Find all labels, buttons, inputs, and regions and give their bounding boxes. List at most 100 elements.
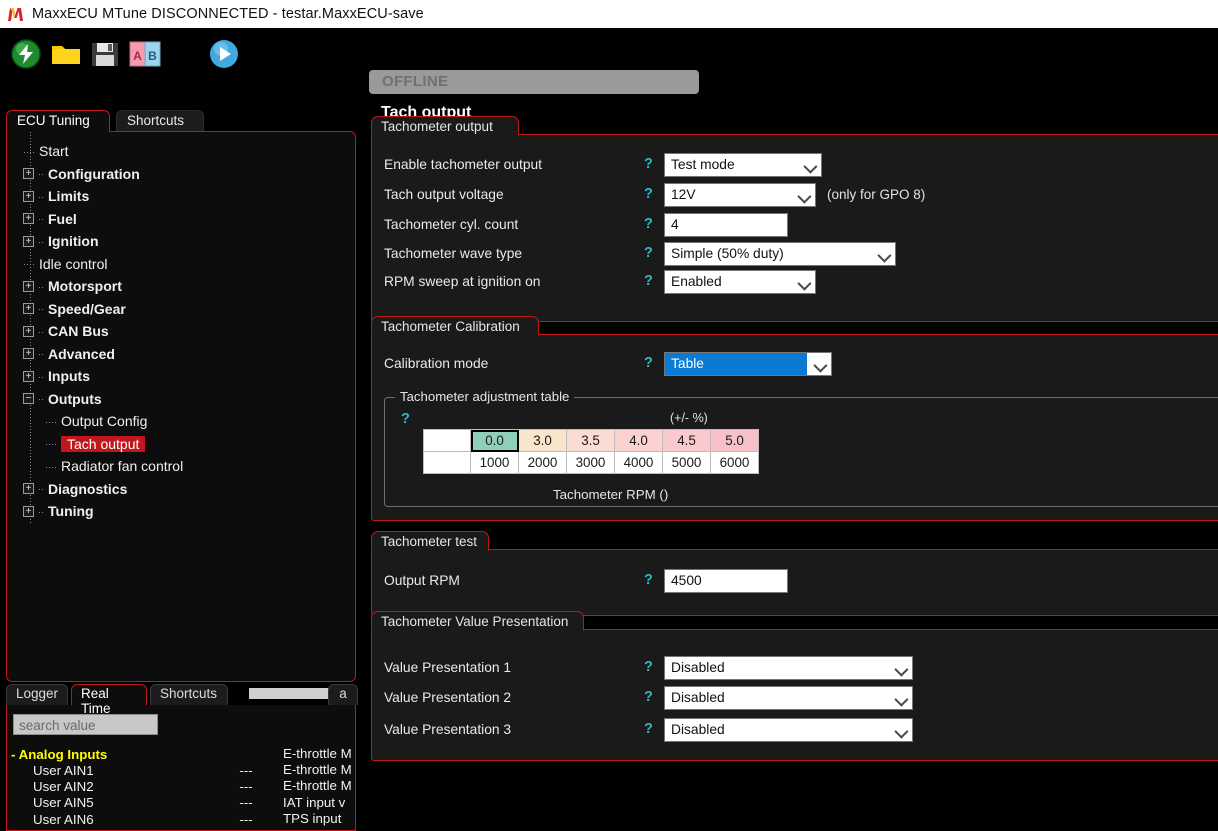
tree-item-ignition[interactable]: + Ignition xyxy=(7,230,355,253)
help-question-icon[interactable]: ? xyxy=(401,411,410,427)
real-time-row-value: --- xyxy=(239,763,253,778)
value-presentation-3-dropdown[interactable]: Disabled xyxy=(664,718,913,742)
tree-item-label: Configuration xyxy=(48,165,140,182)
tree-item-advanced[interactable]: + Advanced xyxy=(7,343,355,366)
dropdown-value: Test mode xyxy=(671,157,735,172)
tree-expand-icon[interactable]: + xyxy=(23,370,34,382)
tree-expand-icon[interactable]: + xyxy=(23,303,34,315)
help-question-icon[interactable]: ? xyxy=(644,659,653,675)
value-presentation-1-dropdown[interactable]: Disabled xyxy=(664,656,913,680)
axis-rpm-cell[interactable]: 6000 xyxy=(710,451,759,474)
rpm-sweep-dropdown[interactable]: Enabled xyxy=(664,270,816,294)
tree-item-fuel[interactable]: + Fuel xyxy=(7,208,355,231)
connect-icon[interactable] xyxy=(10,38,44,70)
tachometer-wave-type-dropdown[interactable]: Simple (50% duty) xyxy=(664,242,896,266)
tree-item-radiator-fan-control[interactable]: Radiator fan control xyxy=(7,455,355,478)
help-question-icon[interactable]: ? xyxy=(644,355,653,371)
search-input[interactable]: search value xyxy=(13,714,158,735)
play-icon[interactable] xyxy=(208,38,242,70)
tree-item-idle-control[interactable]: Idle control xyxy=(7,253,355,276)
row-label: Calibration mode xyxy=(384,356,489,371)
tree-expand-icon[interactable]: + xyxy=(23,325,34,337)
bottom-tab-real-time[interactable]: Real Time xyxy=(71,684,147,716)
enable-tachometer-output-dropdown[interactable]: Test mode xyxy=(664,153,822,177)
compare-ab-icon[interactable]: A B xyxy=(128,38,162,70)
help-question-icon[interactable]: ? xyxy=(644,245,653,261)
tree-expand-icon[interactable]: + xyxy=(23,348,34,360)
tree-item-limits[interactable]: + Limits xyxy=(7,185,355,208)
axis-rpm-cell[interactable]: 1000 xyxy=(470,451,519,474)
help-question-icon[interactable]: ? xyxy=(644,156,653,172)
tree-item-outputs[interactable]: − Outputs xyxy=(7,388,355,411)
adjustment-value-cell[interactable]: 5.0 xyxy=(710,429,759,452)
bottom-tab-label: a xyxy=(339,686,347,701)
tree-expand-icon[interactable]: + xyxy=(23,168,34,180)
tree-item-label: Motorsport xyxy=(48,278,122,295)
tree-expand-icon[interactable]: + xyxy=(23,190,34,202)
tree-item-can-bus[interactable]: + CAN Bus xyxy=(7,320,355,343)
save-floppy-icon[interactable] xyxy=(89,38,123,70)
adjustment-value-cell[interactable]: 3.0 xyxy=(518,429,567,452)
help-question-icon[interactable]: ? xyxy=(644,721,653,737)
tree-expand-icon[interactable]: + xyxy=(23,483,34,495)
dropdown-value: Disabled xyxy=(671,722,725,737)
tree-item-start[interactable]: Start xyxy=(7,140,355,163)
tree-item-motorsport[interactable]: + Motorsport xyxy=(7,275,355,298)
row-label: Value Presentation 3 xyxy=(384,722,512,737)
real-time-right-row: USER AIN xyxy=(283,827,352,830)
real-time-value-list[interactable]: - Analog Inputs User AIN1 --- User AIN2 --- U… xyxy=(11,746,355,830)
axis-rpm-cell[interactable]: 3000 xyxy=(566,451,615,474)
help-question-icon[interactable]: ? xyxy=(644,572,653,588)
tree-item-tuning[interactable]: + Tuning xyxy=(7,500,355,523)
tree-item-configuration[interactable]: + Configuration xyxy=(7,163,355,186)
bottom-tab-label: Logger xyxy=(16,686,59,701)
help-question-icon[interactable]: ? xyxy=(644,186,653,202)
tachometer-cyl-count-input[interactable]: 4 xyxy=(664,213,788,237)
tree-item-speed-gear[interactable]: + Speed/Gear xyxy=(7,298,355,321)
sidebar-tab-label: Shortcuts xyxy=(127,113,185,128)
adjustment-value-cell[interactable]: 0.0 xyxy=(470,429,519,452)
help-question-icon[interactable]: ? xyxy=(644,273,653,289)
bottom-tab-label: Shortcuts xyxy=(160,686,218,701)
bottom-tab-logger[interactable]: Logger xyxy=(6,684,68,705)
svg-text:A: A xyxy=(133,49,142,63)
sidebar-tab-ecu-tuning[interactable]: ECU Tuning xyxy=(6,110,110,132)
dropdown-value: 12V xyxy=(671,187,696,202)
tree-item-label: Tach output xyxy=(61,435,146,452)
adjustment-value-cell[interactable]: 4.5 xyxy=(662,429,711,452)
real-time-right-column[interactable]: E-throttle M E-throttle M E-throttle M IAT … xyxy=(283,746,352,830)
tachometer-adjustment-table[interactable]: 0.0 3.0 3.5 4.0 4.5 5.0 1000 2000 3000 4000 5000 60… xyxy=(423,429,759,474)
tree-expand-icon[interactable]: + xyxy=(23,235,34,247)
tree-item-tach-output[interactable]: Tach output xyxy=(7,433,355,456)
axis-rpm-cell[interactable]: 4000 xyxy=(614,451,663,474)
output-rpm-input[interactable]: 4500 xyxy=(664,569,788,593)
calibration-mode-dropdown[interactable]: Table xyxy=(664,352,832,376)
tree-connector-icon xyxy=(38,168,45,180)
help-question-icon[interactable]: ? xyxy=(644,689,653,705)
tree-item-inputs[interactable]: + Inputs xyxy=(7,365,355,388)
axis-rpm-cell[interactable]: 2000 xyxy=(518,451,567,474)
tach-output-voltage-dropdown[interactable]: 12V xyxy=(664,183,816,207)
bottom-tab-a[interactable]: a xyxy=(328,684,358,705)
tree-item-diagnostics[interactable]: + Diagnostics xyxy=(7,478,355,501)
ecu-tuning-tree[interactable]: Start + Configuration + Limits + Fuel + Ignition… xyxy=(7,132,355,523)
bottom-tab-progress-bar[interactable] xyxy=(249,688,339,699)
row-value-presentation-2: Value Presentation 2 ? Disabled xyxy=(372,686,1218,715)
value-presentation-2-dropdown[interactable]: Disabled xyxy=(664,686,913,710)
window-titlebar: MaxxECU MTune DISCONNECTED - testar.Maxx… xyxy=(0,0,1218,28)
axis-rpm-cell[interactable]: 5000 xyxy=(662,451,711,474)
sidebar-tab-shortcuts[interactable]: Shortcuts xyxy=(116,110,204,132)
open-folder-icon[interactable] xyxy=(50,38,84,70)
tree-expand-icon[interactable]: + xyxy=(23,505,34,517)
adjustment-value-cell[interactable]: 4.0 xyxy=(614,429,663,452)
real-time-right-row: E-throttle M xyxy=(283,746,352,761)
tree-expand-icon[interactable]: + xyxy=(23,280,34,292)
bottom-tab-shortcuts[interactable]: Shortcuts xyxy=(150,684,228,705)
tree-item-output-config[interactable]: Output Config xyxy=(7,410,355,433)
tree-expand-icon[interactable]: + xyxy=(23,213,34,225)
adjustment-value-cell[interactable]: 3.5 xyxy=(566,429,615,452)
sidebar-tabstrip: ECU Tuning Shortcuts xyxy=(6,110,356,132)
group-tab-label: Tachometer Value Presentation xyxy=(371,611,584,631)
tree-collapse-icon[interactable]: − xyxy=(23,393,34,405)
help-question-icon[interactable]: ? xyxy=(644,216,653,232)
